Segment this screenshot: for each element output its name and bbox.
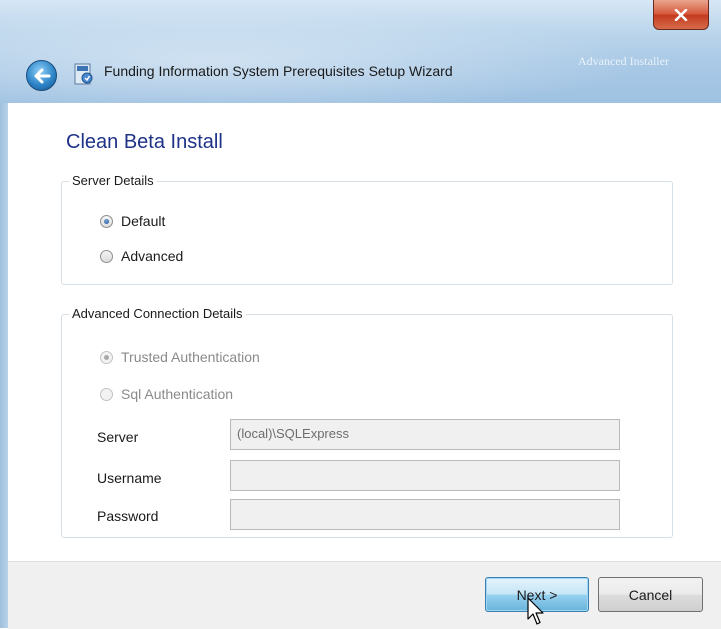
server-field[interactable]: (local)\SQLExpress bbox=[230, 419, 620, 450]
radio-sql-auth-label: Sql Authentication bbox=[121, 386, 234, 402]
brand-watermark: Advanced Installer bbox=[578, 54, 669, 68]
password-label: Password bbox=[97, 508, 159, 524]
password-field[interactable] bbox=[230, 499, 620, 530]
back-button[interactable] bbox=[26, 60, 57, 91]
radio-sql-auth[interactable]: Sql Authentication bbox=[100, 386, 233, 402]
cancel-button[interactable]: Cancel bbox=[598, 577, 703, 612]
back-arrow-icon bbox=[34, 68, 50, 83]
server-label: Server bbox=[97, 429, 139, 445]
radio-trusted-auth-indicator[interactable] bbox=[100, 350, 113, 364]
server-details-group bbox=[61, 181, 673, 285]
radio-advanced[interactable]: Advanced bbox=[100, 248, 183, 264]
username-field[interactable] bbox=[230, 460, 620, 491]
radio-advanced-label: Advanced bbox=[121, 248, 184, 264]
setup-app-icon bbox=[74, 63, 93, 85]
radio-trusted-auth-label: Trusted Authentication bbox=[121, 349, 260, 365]
radio-default-indicator[interactable] bbox=[100, 214, 113, 228]
close-button[interactable] bbox=[653, 0, 709, 30]
radio-trusted-auth[interactable]: Trusted Authentication bbox=[100, 349, 260, 365]
window-title: Funding Information System Prerequisites… bbox=[104, 63, 453, 79]
username-label: Username bbox=[97, 470, 162, 486]
setup-wizard-window: Funding Information System Prerequisites… bbox=[0, 0, 721, 629]
radio-sql-auth-indicator[interactable] bbox=[100, 387, 113, 401]
mouse-cursor-icon bbox=[527, 597, 544, 625]
radio-default-label: Default bbox=[121, 213, 166, 229]
page-title: Clean Beta Install bbox=[66, 131, 223, 153]
title-bar bbox=[0, 0, 721, 103]
radio-advanced-indicator[interactable] bbox=[100, 249, 113, 263]
connection-details-legend: Advanced Connection Details bbox=[69, 306, 246, 321]
close-icon bbox=[674, 8, 688, 21]
server-details-legend: Server Details bbox=[69, 173, 157, 188]
radio-default[interactable]: Default bbox=[100, 213, 165, 229]
